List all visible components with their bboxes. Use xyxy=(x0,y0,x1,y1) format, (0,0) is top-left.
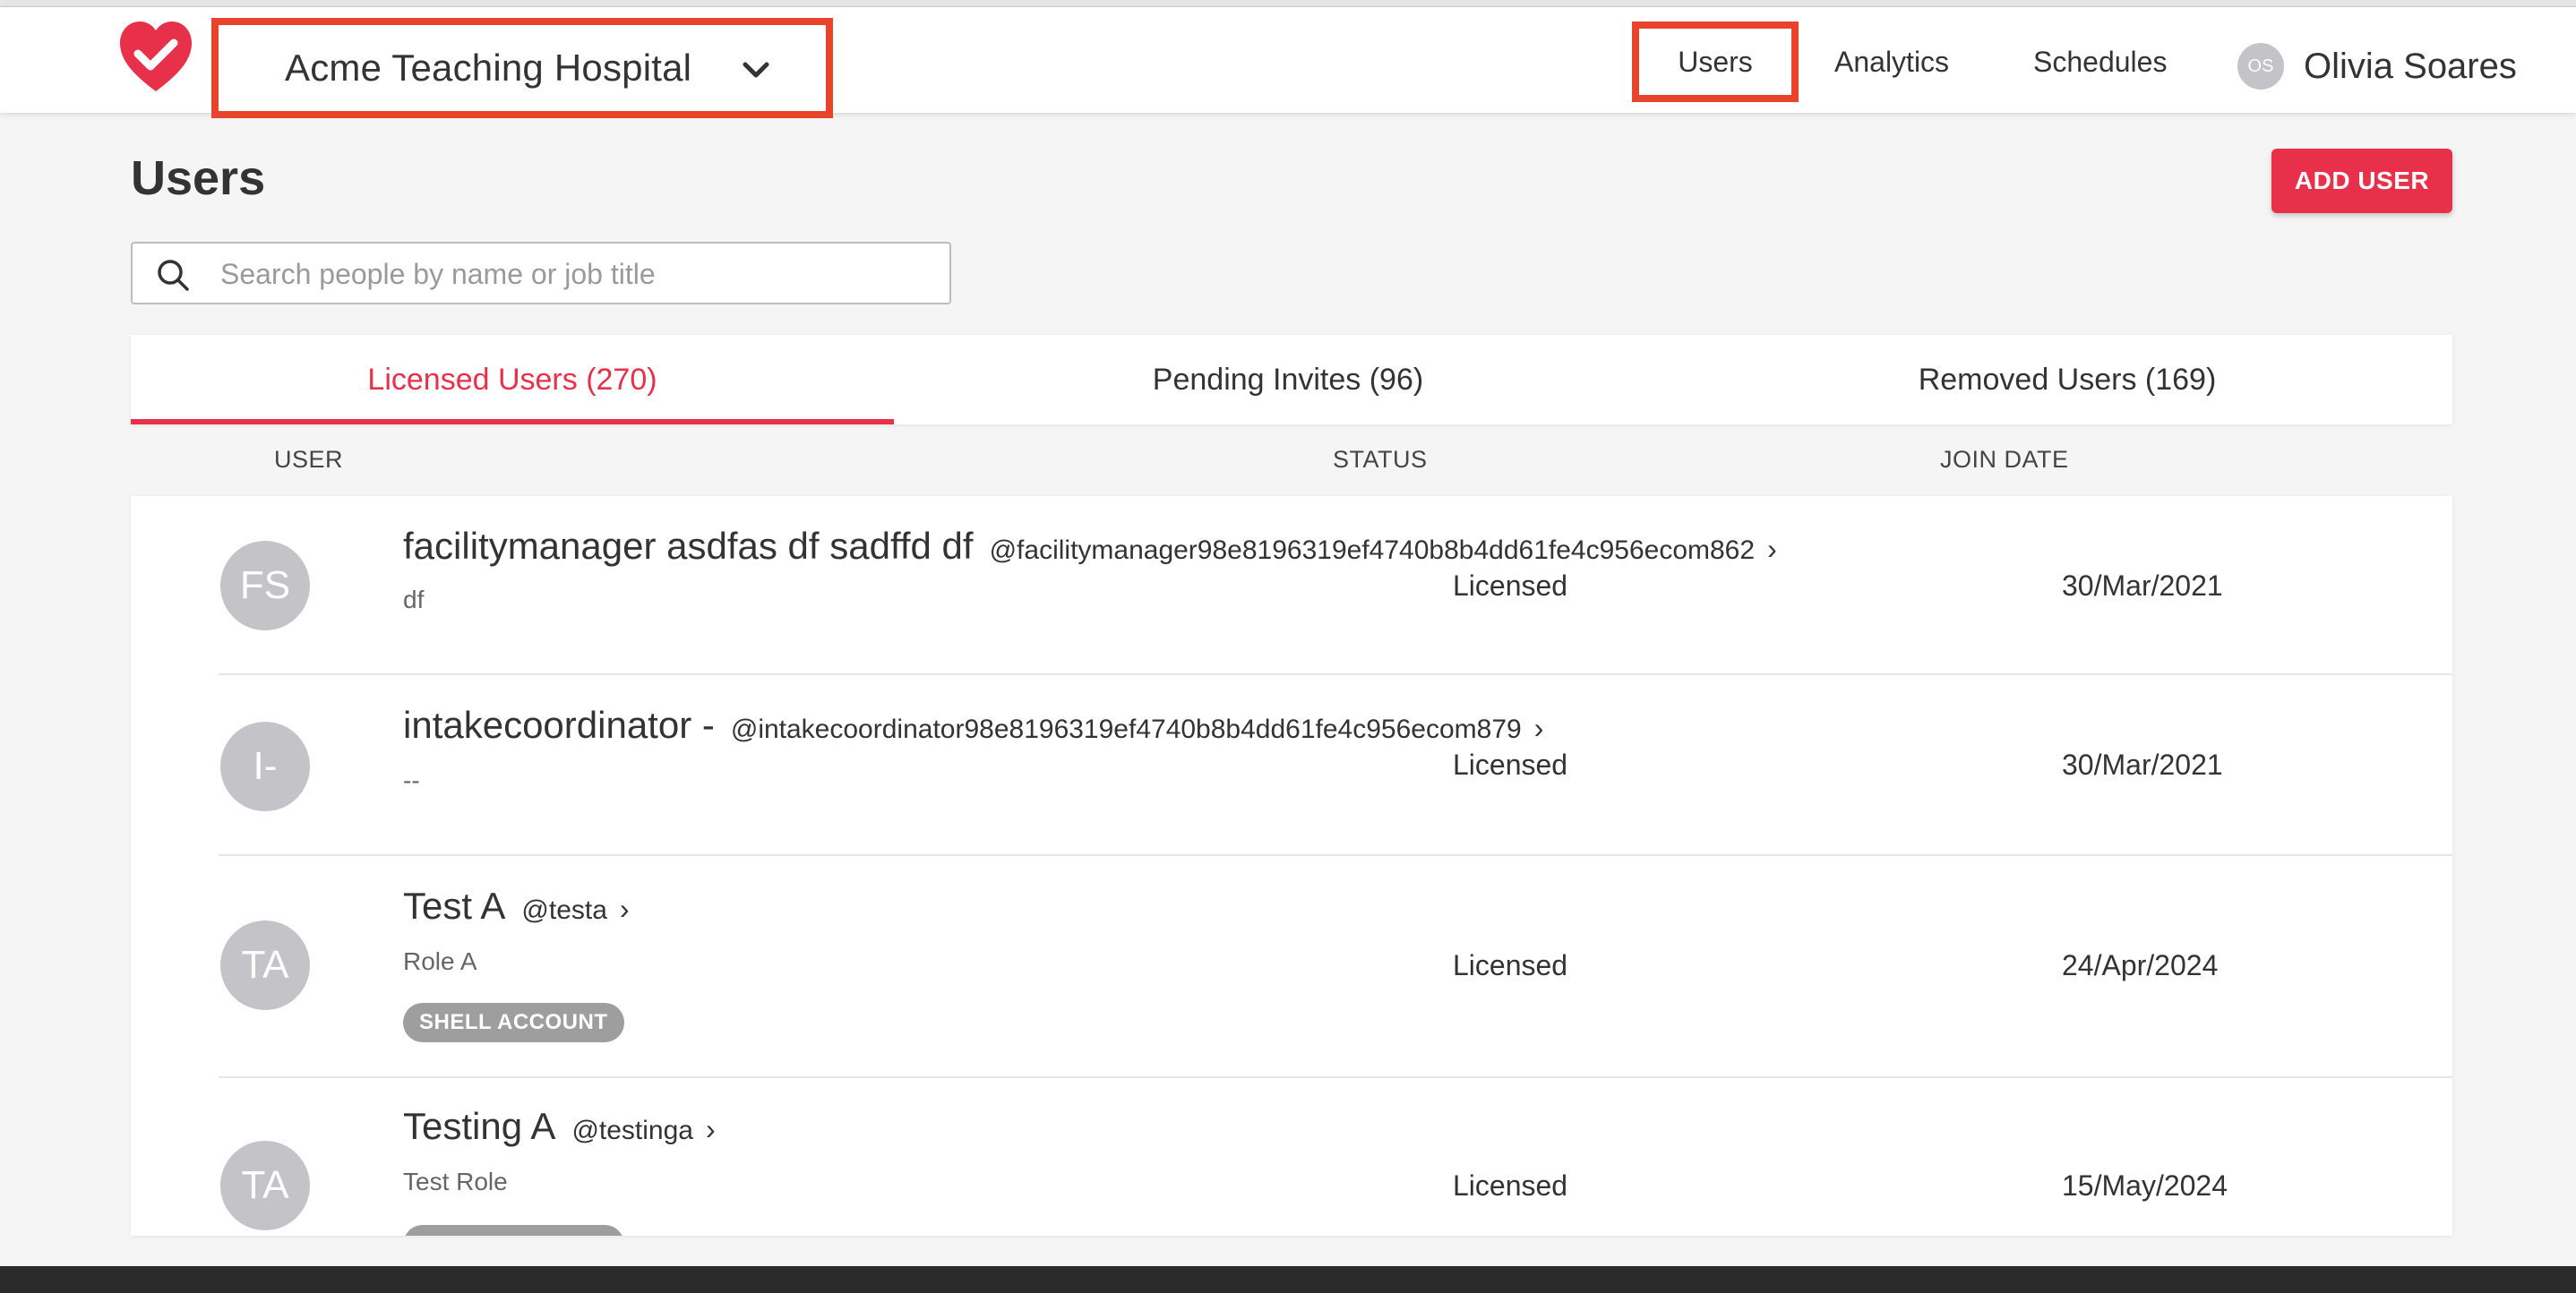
user-name: intakecoordinator - xyxy=(403,704,715,746)
chevron-down-icon xyxy=(743,62,769,78)
user-handle: @testa xyxy=(521,895,607,925)
shell-account-badge: SHELL ACCOUNT xyxy=(403,1225,624,1236)
search-input[interactable] xyxy=(220,251,928,297)
user-handle: @testinga xyxy=(571,1116,693,1145)
table-row[interactable]: TA Test A @testa › Role A SHELL ACCOUNT … xyxy=(131,856,2452,1076)
user-join-date: 30/Mar/2021 xyxy=(2062,749,2223,781)
avatar: I- xyxy=(220,722,310,811)
user-join-date: 15/May/2024 xyxy=(2062,1169,2228,1202)
column-header-user: USER xyxy=(274,446,344,473)
org-name: Acme Teaching Hospital xyxy=(285,47,692,89)
user-name-line[interactable]: Testing A @testinga › xyxy=(403,1105,716,1148)
nav-schedules[interactable]: Schedules xyxy=(2033,21,2167,102)
tab-pending-invites[interactable]: Pending Invites (96) xyxy=(894,335,1682,424)
browser-tab-strip xyxy=(0,0,2576,7)
table-row[interactable]: TA Testing A @testinga › Test Role SHELL… xyxy=(131,1078,2452,1236)
user-name-line[interactable]: facilitymanager asdfas df sadffd df @fac… xyxy=(403,525,1777,568)
chevron-right-icon: › xyxy=(705,1113,716,1145)
current-user-name[interactable]: Olivia Soares xyxy=(2304,39,2517,93)
user-join-date: 30/Mar/2021 xyxy=(2062,569,2223,602)
user-name: facilitymanager asdfas df sadffd df xyxy=(403,525,974,567)
user-status: Licensed xyxy=(1453,569,1568,602)
user-name: Test A xyxy=(403,885,506,927)
avatar: TA xyxy=(220,921,310,1010)
avatar: FS xyxy=(220,541,310,630)
column-header-join-date: JOIN DATE xyxy=(1940,446,2069,473)
user-status: Licensed xyxy=(1453,1169,1568,1202)
table-row[interactable]: FS facilitymanager asdfas df sadffd df @… xyxy=(131,496,2452,675)
user-status: Licensed xyxy=(1453,949,1568,981)
nav-users[interactable]: Users xyxy=(1632,21,1799,102)
user-name-line[interactable]: intakecoordinator - @intakecoordinator98… xyxy=(403,704,1543,747)
user-job-title: Test Role xyxy=(403,1168,508,1195)
add-user-button[interactable]: ADD USER xyxy=(2271,149,2452,213)
table-row[interactable]: I- intakecoordinator - @intakecoordinato… xyxy=(131,675,2452,856)
search-box[interactable] xyxy=(131,242,951,304)
page-title: Users xyxy=(131,151,266,205)
tab-licensed-users[interactable]: Licensed Users (270) xyxy=(131,335,894,424)
avatar: TA xyxy=(220,1141,310,1230)
user-job-title: df xyxy=(403,586,425,613)
app-window: Acme Teaching Hospital Users Analytics S… xyxy=(0,0,2576,1293)
user-handle: @facilitymanager98e8196319ef4740b8b4dd61… xyxy=(989,535,1756,565)
column-header-status: STATUS xyxy=(1333,446,1428,473)
current-user-avatar[interactable]: OS xyxy=(2237,43,2284,90)
tab-removed-users[interactable]: Removed Users (169) xyxy=(1682,335,2452,424)
chevron-right-icon: › xyxy=(1767,533,1777,565)
shell-account-badge: SHELL ACCOUNT xyxy=(403,1003,624,1042)
user-join-date: 24/Apr/2024 xyxy=(2062,949,2219,981)
user-job-title: -- xyxy=(403,766,420,794)
user-tabs: Licensed Users (270) Pending Invites (96… xyxy=(131,335,2452,424)
user-name-line[interactable]: Test A @testa › xyxy=(403,885,630,928)
user-handle: @intakecoordinator98e8196319ef4740b8b4dd… xyxy=(730,715,1522,744)
org-selector[interactable]: Acme Teaching Hospital xyxy=(211,18,833,118)
top-header: Acme Teaching Hospital Users Analytics S… xyxy=(0,7,2576,118)
user-list: FS facilitymanager asdfas df sadffd df @… xyxy=(131,496,2452,1236)
user-name: Testing A xyxy=(403,1105,556,1147)
search-icon xyxy=(158,260,189,291)
user-status: Licensed xyxy=(1453,749,1568,781)
nav-analytics[interactable]: Analytics xyxy=(1834,21,1949,102)
heart-check-icon[interactable] xyxy=(116,18,195,97)
chevron-right-icon: › xyxy=(619,893,630,925)
chevron-right-icon: › xyxy=(1533,712,1544,744)
user-job-title: Role A xyxy=(403,947,477,975)
